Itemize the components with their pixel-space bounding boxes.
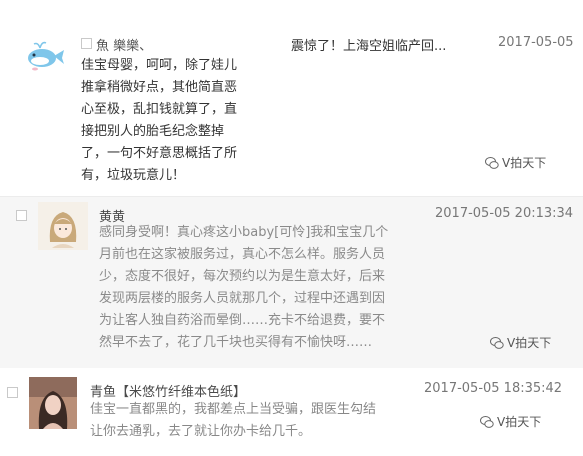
comment-line: 佳宝一直都黑的，我都差点上当受骗，跟医生勾结: [90, 402, 377, 417]
comment-line: 少，态度不很好，每次预约以为是生意太好，后来: [99, 269, 386, 284]
comment-item: 魚 樂樂、 震惊了！上海空姐临产回... 2017-05-05 佳宝母婴，呵呵，…: [0, 0, 583, 196]
whale-avatar-icon: [28, 41, 64, 71]
watermark: V拍天下: [480, 413, 541, 430]
comment-line: 然早不去了，花了几千块也买得有不愉快呀……: [99, 335, 373, 350]
photo-avatar-icon: [29, 377, 77, 429]
comment-text: 感同身受啊！真心疼这小baby[可怜]我和宝宝几个 月前也在这家被服务过，真心不…: [99, 222, 419, 354]
select-checkbox[interactable]: [16, 210, 27, 221]
commenter-name[interactable]: 魚 樂樂、: [96, 35, 152, 54]
wechat-icon: [480, 415, 494, 428]
select-checkbox[interactable]: [7, 387, 18, 398]
comment-line: 心至极，乱扣钱就算了，直: [81, 102, 238, 117]
comment-line: 接把别人的胎毛纪念整掉: [81, 124, 225, 139]
avatar[interactable]: [20, 38, 66, 72]
watermark-text: V拍天下: [507, 336, 552, 350]
comment-item: 青鱼【米悠竹纤维本色纸】 2017-05-05 18:35:42 佳宝一直都黑的…: [0, 368, 583, 456]
comment-time: 2017-05-05 18:35:42: [424, 381, 563, 396]
comment-line: 让你去通乳，去了就让你办卡给几千。: [90, 424, 312, 439]
avatar[interactable]: [38, 202, 88, 250]
post-title-link[interactable]: 震惊了！上海空姐临产回...: [291, 35, 446, 54]
watermark: V拍天下: [485, 154, 546, 171]
watermark: V拍天下: [490, 334, 551, 351]
wechat-icon: [490, 336, 504, 349]
comment-item: 黄黄 2017-05-05 20:13:34 感同身受啊！真心疼这小baby[可…: [0, 196, 583, 370]
comment-line: 佳宝母婴，呵呵，除了娃儿: [81, 58, 238, 73]
comment-line: 发现两层楼的服务人员就那几个，过程中还遇到因: [99, 291, 386, 306]
watermark-text: V拍天下: [502, 156, 547, 170]
avatar[interactable]: [29, 377, 77, 429]
select-checkbox[interactable]: [81, 38, 92, 49]
comment-line: 月前也在这家被服务过，真心不怎么样。服务人员: [99, 247, 386, 262]
comment-text: 佳宝母婴，呵呵，除了娃儿 推拿稍微好点，其他简直恶 心至极，乱扣钱就算了，直 接…: [81, 55, 251, 187]
comment-line: 为让客人独自药浴而晕倒……充卡不给退费，要不: [99, 313, 386, 328]
comment-line: 有，垃圾玩意儿！: [81, 168, 186, 183]
comment-line: 了，一句不好意思概括了所: [81, 146, 238, 161]
cartoon-girl-avatar-icon: [38, 202, 88, 250]
comment-time: 2017-05-05: [498, 35, 574, 50]
comment-line: 感同身受啊！真心疼这小baby[可怜]我和宝宝几个: [99, 225, 389, 240]
comment-line: 推拿稍微好点，其他简直恶: [81, 80, 238, 95]
wechat-icon: [485, 156, 499, 169]
comment-time: 2017-05-05 20:13:34: [435, 206, 574, 221]
commenter-name[interactable]: 青鱼【米悠竹纤维本色纸】: [90, 381, 246, 400]
watermark-text: V拍天下: [497, 415, 542, 429]
comment-text: 佳宝一直都黑的，我都差点上当受骗，跟医生勾结 让你去通乳，去了就让你办卡给几千。: [90, 399, 420, 443]
